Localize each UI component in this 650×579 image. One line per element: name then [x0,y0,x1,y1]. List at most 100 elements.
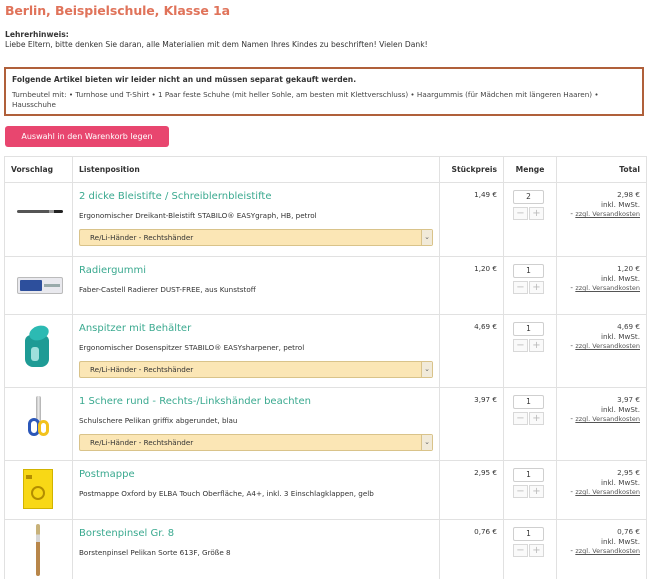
product-description: Postmappe Oxford by ELBA Touch Oberfläch… [79,489,374,498]
unit-price: 3,97 € [439,387,504,461]
table-row: Anspitzer mit Behälter Ergonomischer Dos… [4,314,647,388]
quantity-input[interactable]: 1 [513,527,544,541]
increase-quantity-button[interactable]: + [529,207,544,220]
product-image-cell [4,387,73,461]
shipping-costs-link[interactable]: zzgl. Versandkosten [575,547,640,555]
shipping-costs-link[interactable]: zzgl. Versandkosten [575,342,640,350]
decrease-quantity-button[interactable]: − [513,485,528,498]
page-title: Berlin, Beispielschule, Klasse 1a [5,3,230,18]
scissors-image[interactable] [25,396,51,440]
shipping-costs-link[interactable]: zzgl. Versandkosten [575,488,640,496]
quantity-stepper: − + [513,339,556,352]
quantity-input[interactable]: 1 [513,264,544,278]
unit-price: 1,49 € [439,182,504,257]
increase-quantity-button[interactable]: + [529,339,544,352]
quantity-stepper: − + [513,281,556,294]
handedness-select-value: Re/Li-Händer - Rechtshänder [90,438,194,447]
table-header-row: Vorschlag Listenposition Stückpreis Meng… [4,156,647,183]
row-total: 3,97 € [617,395,640,404]
not-offered-notice: Folgende Artikel bieten wir leider nicht… [4,67,644,116]
handedness-select[interactable]: Re/Li-Händer - Rechtshänder ⌄ [79,434,433,451]
table-row: 2 dicke Bleistifte / Schreiblernbleistif… [4,182,647,257]
product-name-link[interactable]: Borstenpinsel Gr. 8 [79,527,433,540]
notice-title: Folgende Artikel bieten wir leider nicht… [12,75,357,84]
product-name-link[interactable]: 1 Schere rund - Rechts-/Linkshänder beac… [79,395,433,408]
shipping-costs-link[interactable]: zzgl. Versandkosten [575,210,640,218]
quantity-input[interactable]: 1 [513,395,544,409]
header-suggestion: Vorschlag [4,156,73,183]
header-total: Total [556,156,647,183]
table-row: Radiergummi Faber-Castell Radierer DUST-… [4,256,647,315]
shipping-costs-link[interactable]: zzgl. Versandkosten [575,284,640,292]
vat-note: inkl. MwSt. [600,404,640,414]
notice-text: Turnbeutel mit: • Turnhose und T-Shirt •… [12,90,599,109]
decrease-quantity-button[interactable]: − [513,544,528,557]
increase-quantity-button[interactable]: + [529,412,544,425]
increase-quantity-button[interactable]: + [529,485,544,498]
decrease-quantity-button[interactable]: − [513,339,528,352]
table-row: Postmappe Postmappe Oxford by ELBA Touch… [4,460,647,520]
unit-price: 2,95 € [439,460,504,520]
decrease-quantity-button[interactable]: − [513,412,528,425]
product-image-cell [4,519,73,579]
product-list-table: Vorschlag Listenposition Stückpreis Meng… [4,156,647,579]
product-description: Borstenpinsel Pelikan Sorte 613F, Größe … [79,548,231,557]
unit-price: 4,69 € [439,314,504,388]
product-name-link[interactable]: Postmappe [79,468,433,481]
quantity-stepper: − + [513,207,556,220]
vat-note: inkl. MwSt. [600,536,640,546]
folder-image[interactable] [23,469,53,509]
handedness-select-value: Re/Li-Händer - Rechtshänder [90,233,194,242]
product-image-cell [4,256,73,315]
chevron-down-icon[interactable]: ⌄ [421,230,432,245]
shipping-costs-link[interactable]: zzgl. Versandkosten [575,415,640,423]
header-unit-price: Stückpreis [439,156,504,183]
product-image-cell [4,182,73,257]
teacher-note-label: Lehrerhinweis: [5,30,69,39]
handedness-select[interactable]: Re/Li-Händer - Rechtshänder ⌄ [79,229,433,246]
quantity-stepper: − + [513,544,556,557]
row-total: 1,20 € [617,264,640,273]
handedness-select-value: Re/Li-Händer - Rechtshänder [90,365,194,374]
product-description: Faber-Castell Radierer DUST-FREE, aus Ku… [79,285,256,294]
row-total: 2,95 € [617,468,640,477]
chevron-down-icon[interactable]: ⌄ [421,435,432,450]
vat-note: inkl. MwSt. [600,331,640,341]
product-name-link[interactable]: 2 dicke Bleistifte / Schreiblernbleistif… [79,190,433,203]
row-total: 2,98 € [617,190,640,199]
vat-note: inkl. MwSt. [600,273,640,283]
chevron-down-icon[interactable]: ⌄ [421,362,432,377]
product-description: Ergonomischer Dosenspitzer STABILO® EASY… [79,343,305,352]
eraser-image[interactable] [17,277,63,294]
pencil-image[interactable] [17,210,63,213]
increase-quantity-button[interactable]: + [529,281,544,294]
header-position: Listenposition [72,156,440,183]
product-description: Ergonomischer Dreikant-Bleistift STABILO… [79,211,317,220]
quantity-input[interactable]: 1 [513,468,544,482]
header-quantity: Menge [503,156,557,183]
increase-quantity-button[interactable]: + [529,544,544,557]
vat-note: inkl. MwSt. [600,199,640,209]
decrease-quantity-button[interactable]: − [513,281,528,294]
row-total: 0,76 € [617,527,640,536]
table-row: Borstenpinsel Gr. 8 Borstenpinsel Pelika… [4,519,647,579]
sharpener-image[interactable] [23,323,53,369]
quantity-input[interactable]: 2 [513,190,544,204]
add-selection-to-cart-button[interactable]: Auswahl in den Warenkorb legen [5,126,169,147]
product-image-cell [4,460,73,520]
brush-image[interactable] [36,524,40,576]
decrease-quantity-button[interactable]: − [513,207,528,220]
product-description: Schulschere Pelikan griffix abgerundet, … [79,416,238,425]
handedness-select[interactable]: Re/Li-Händer - Rechtshänder ⌄ [79,361,433,378]
teacher-note-text: Liebe Eltern, bitte denken Sie daran, al… [5,40,428,49]
quantity-stepper: − + [513,412,556,425]
product-image-cell [4,314,73,388]
product-name-link[interactable]: Radiergummi [79,264,433,277]
quantity-input[interactable]: 1 [513,322,544,336]
table-row: 1 Schere rund - Rechts-/Linkshänder beac… [4,387,647,461]
row-total: 4,69 € [617,322,640,331]
unit-price: 0,76 € [439,519,504,579]
product-name-link[interactable]: Anspitzer mit Behälter [79,322,433,335]
vat-note: inkl. MwSt. [600,477,640,487]
unit-price: 1,20 € [439,256,504,315]
